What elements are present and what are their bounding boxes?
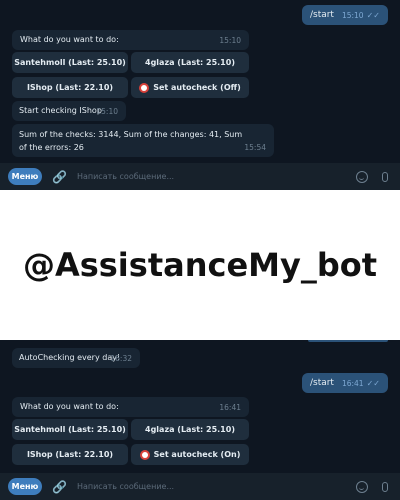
bot-message-autocheck: AutoChecking every day! 16:32 [12,348,140,368]
message-text: Start checking IShop [19,106,102,115]
message-text: /start [309,10,334,20]
message-time: 15:54 [244,143,266,152]
double-check-icon: ✓✓ [366,378,380,388]
message-text: What do you want to do: [20,402,119,411]
chat-panel-bottom: AutoChecking every day! 16:32 /start 16:… [0,340,400,500]
button-label: 4glaza (Last: 25.10) [145,425,235,434]
keyboard-button-santehmoll[interactable]: Santehmoll (Last: 25.10) [12,419,128,440]
paperclip-icon[interactable]: 🔗 [52,170,67,184]
button-label: Santehmoll (Last: 25.10) [14,58,126,67]
double-check-icon: ✓✓ [366,10,380,20]
message-text: Sum of the checks: 3144, Sum of the chan… [19,130,243,152]
emoji-icon[interactable] [356,480,368,493]
bot-message-prompt: What do you want to do: 15:10 [12,30,249,50]
message-text: AutoChecking every day! [19,353,121,362]
message-input[interactable]: Написать сообщение... [77,482,356,491]
message-input-bar: Меню 🔗 Написать сообщение... [0,163,400,190]
bot-message-checking: Start checking IShop 15:10 [12,101,126,121]
button-label: Set autocheck (Off) [153,83,241,92]
message-time: 16:41 [219,403,241,412]
message-input-bar: Меню 🔗 Написать сообщение... [0,473,400,500]
outgoing-message-start: /start 16:41 ✓✓ [301,373,388,393]
keyboard-button-4glaza[interactable]: 4glaza (Last: 25.10) [131,52,249,73]
paperclip-icon[interactable]: 🔗 [52,480,67,494]
bot-username: @AssistanceMy_bot [22,246,378,284]
button-label: 4glaza (Last: 25.10) [145,58,235,67]
chat-panel-top: /start 15:10 ✓✓ What do you want to do: … [0,0,400,190]
previous-message-edge [308,340,388,342]
alarm-clock-icon [139,82,150,93]
menu-button[interactable]: Меню [8,168,42,185]
button-label: Set autocheck (On) [153,450,241,459]
microphone-icon[interactable] [382,171,388,182]
keyboard-button-set-autocheck[interactable]: Set autocheck (Off) [131,77,249,98]
message-time: 16:41 [341,378,364,388]
message-text: What do you want to do: [20,35,119,44]
keyboard-button-4glaza[interactable]: 4glaza (Last: 25.10) [131,419,249,440]
outgoing-message-start: /start 15:10 ✓✓ [301,5,388,25]
keyboard-button-set-autocheck[interactable]: Set autocheck (On) [131,444,249,465]
message-text: /start [309,378,334,388]
message-time: 15:10 [219,36,241,45]
menu-button[interactable]: Меню [8,478,42,495]
message-time: 16:32 [110,354,132,363]
keyboard-button-ishop[interactable]: IShop (Last: 22.10) [12,77,128,98]
message-input[interactable]: Написать сообщение... [77,172,356,181]
emoji-icon[interactable] [356,170,368,183]
bot-message-prompt: What do you want to do: 16:41 [12,397,249,417]
button-label: Santehmoll (Last: 25.10) [14,425,126,434]
button-label: IShop (Last: 22.10) [26,450,114,459]
message-time: 15:10 [341,10,364,20]
keyboard-button-santehmoll[interactable]: Santehmoll (Last: 25.10) [12,52,128,73]
keyboard-button-ishop[interactable]: IShop (Last: 22.10) [12,444,128,465]
microphone-icon[interactable] [382,481,388,492]
message-time: 15:10 [96,107,118,116]
bot-username-banner: @AssistanceMy_bot [0,190,400,340]
bot-message-summary: Sum of the checks: 3144, Sum of the chan… [12,124,274,157]
alarm-clock-icon [139,449,150,460]
button-label: IShop (Last: 22.10) [26,83,114,92]
